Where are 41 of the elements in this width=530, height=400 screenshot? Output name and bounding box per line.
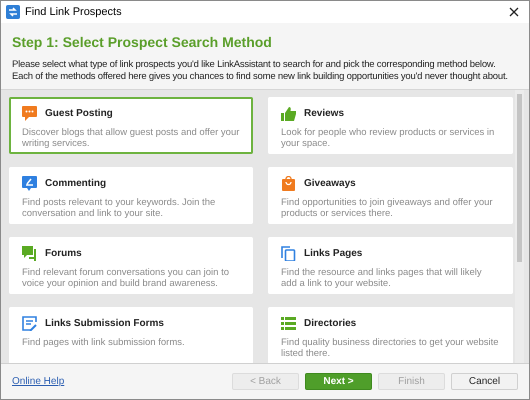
dialog-button[interactable]: Cancel [451, 373, 518, 390]
method-title: Forums [45, 246, 82, 260]
method-card[interactable]: Giveaways Find opportunities to join giveaways and offer your products or services there. [268, 167, 513, 224]
scrollbar-thumb[interactable] [517, 94, 522, 262]
method-description: Find the resource and links pages that will likely add a link to your website. [281, 267, 483, 289]
shopping-bag-icon [281, 176, 296, 190]
method-description: Look for people who review products or services in your space. [281, 127, 496, 149]
window-title: Find Link Prospects [25, 4, 122, 20]
method-card[interactable]: Directories Find quality business directories to get your website listed there. [268, 307, 513, 363]
pages-icon [281, 246, 296, 260]
method-title: Links Pages [304, 246, 362, 260]
thumbs-up-icon [281, 106, 296, 120]
step-description: Please select what type of link prospects you'd like LinkAssistant to search for and pick the corresponding method below. Each of the methods offered here gives you chances to find some new link building opportunities you'd never thought about. [12, 59, 509, 83]
method-card[interactable]: Links Pages Find the resource and links pages that will likely add a link to your website. [268, 237, 513, 294]
method-card[interactable]: Reviews Look for people who review products or services in your space. [268, 97, 513, 154]
method-title: Commenting [45, 176, 106, 190]
method-description: Find pages with link submission forms. [22, 337, 186, 348]
method-title: Guest Posting [45, 106, 113, 120]
form-pencil-icon [22, 316, 37, 330]
method-description: Find posts relevant to your keywords. Join the conversation and link to your site. [22, 197, 216, 219]
app-icon [6, 5, 20, 19]
method-description: Find opportunities to join giveaways and offer your products or services there. [281, 197, 494, 219]
method-description: Find quality business directories to get your website listed there. [281, 337, 500, 359]
comment-bubble-icon [22, 176, 37, 190]
method-title: Links Submission Forms [45, 316, 164, 330]
method-title: Directories [304, 316, 356, 330]
step-title: Step 1: Select Prospect Search Method [12, 33, 273, 52]
close-icon[interactable] [509, 7, 519, 17]
method-card[interactable]: Links Submission Forms Find pages with link submission forms. [9, 307, 253, 363]
method-card[interactable]: Guest Posting Discover blogs that allow guest posts and offer your writing services. [9, 97, 253, 154]
scrollbar[interactable] [515, 90, 524, 363]
method-description: Discover blogs that allow guest posts and offer your writing services. [22, 127, 240, 149]
method-title: Giveaways [304, 176, 356, 190]
chat-bubble-icon [22, 106, 37, 120]
method-description: Find relevant forum conversations you can join to voice your opinion and build brand awareness. [22, 267, 230, 289]
method-card[interactable]: Commenting Find posts relevant to your keywords. Join the conversation and link to your site. [9, 167, 253, 224]
speech-bubbles-icon [22, 246, 37, 260]
list-icon [281, 316, 296, 330]
method-title: Reviews [304, 106, 344, 120]
online-help-link[interactable]: Online Help [12, 374, 64, 389]
method-card[interactable]: Forums Find relevant forum conversations you can join to voice your opinion and build brand awareness. [9, 237, 253, 294]
